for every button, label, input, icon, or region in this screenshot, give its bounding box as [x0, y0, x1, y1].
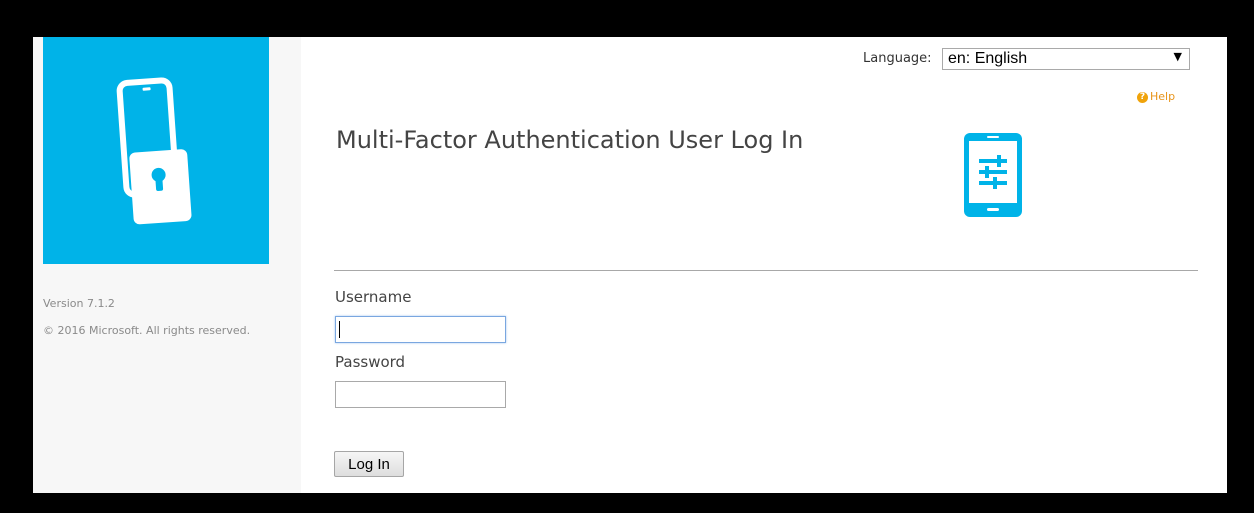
help-link[interactable]: ? Help	[1137, 90, 1175, 103]
password-input[interactable]	[335, 381, 506, 408]
login-button[interactable]: Log In	[334, 451, 404, 477]
page-title: Multi-Factor Authentication User Log In	[336, 126, 804, 154]
password-label: Password	[335, 353, 406, 371]
phone-lock-icon	[116, 77, 192, 225]
version-text: Version 7.1.2	[43, 297, 115, 310]
login-page: Version 7.1.2 © 2016 Microsoft. All righ…	[33, 37, 1227, 493]
language-selected-value: en: English	[948, 50, 1028, 67]
divider	[334, 270, 1198, 271]
text-cursor	[339, 321, 340, 338]
language-select[interactable]: en: English ▼	[942, 48, 1190, 70]
brand-tile	[43, 37, 269, 264]
username-label: Username	[335, 288, 412, 306]
question-circle-icon: ?	[1137, 92, 1148, 103]
language-label: Language:	[863, 51, 932, 66]
copyright-text: © 2016 Microsoft. All rights reserved.	[43, 324, 251, 337]
help-label: Help	[1150, 90, 1176, 103]
sidebar: Version 7.1.2 © 2016 Microsoft. All righ…	[33, 37, 301, 493]
dropdown-arrow-icon: ▼	[1173, 50, 1182, 63]
username-input[interactable]	[335, 316, 506, 343]
mobile-settings-icon	[964, 133, 1022, 217]
